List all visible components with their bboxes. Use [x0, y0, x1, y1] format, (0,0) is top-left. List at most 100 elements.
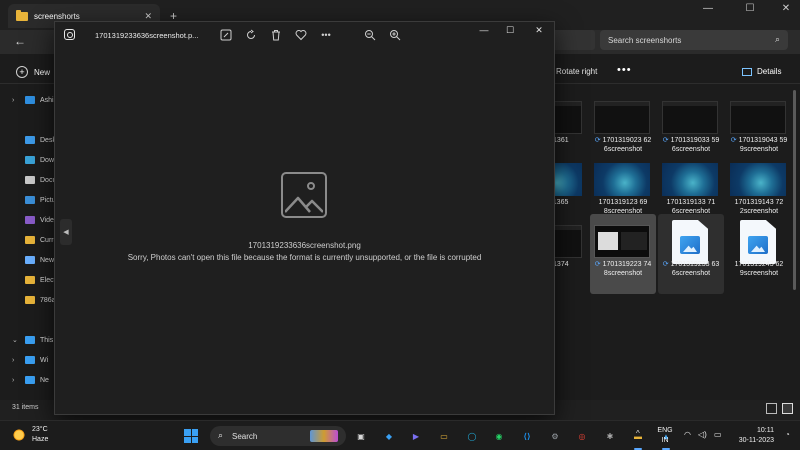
file-name: ⟳ 1701319233 63 6screenshot	[658, 260, 724, 278]
nav-item[interactable]: Pictu	[12, 196, 56, 204]
more-icon[interactable]: •••	[319, 28, 333, 42]
explorer-search-input[interactable]: Search screenshorts ⌕	[600, 30, 788, 50]
new-label: New	[34, 67, 51, 77]
task-view-icon[interactable]: ▣	[352, 427, 370, 445]
details-view-icon[interactable]	[766, 403, 777, 414]
file-name-text: 1701319133 71 6screenshot	[666, 199, 716, 215]
file-name-text: 1701319023 62 6screenshot	[602, 137, 652, 153]
photos-titlebar: 1701319233636screenshot.p... ••• — ☐ ✕	[55, 22, 554, 50]
nav-item-label: New	[40, 256, 55, 264]
chrome-icon[interactable]: ◎	[573, 427, 591, 445]
file-tile[interactable]: 1701319243 62 9screenshot	[726, 214, 792, 294]
sync-icon: ⟳	[594, 261, 603, 268]
item-count: 31 items	[12, 404, 39, 411]
photos-viewer-window: 1701319233636screenshot.p... ••• — ☐ ✕ ◀…	[54, 21, 555, 415]
file-name-text: 1701319043 59 9screenshot	[738, 137, 788, 153]
whatsapp-icon[interactable]: ◉	[490, 427, 508, 445]
tab-close-icon[interactable]: ✕	[144, 11, 152, 22]
file-name-text: 1701319243 62 9screenshot	[734, 261, 784, 277]
photos-title: 1701319233636screenshot.p...	[95, 31, 199, 40]
new-button[interactable]: + New	[16, 66, 50, 78]
broken-image-icon	[281, 172, 327, 218]
gear-icon[interactable]: ✱	[601, 427, 619, 445]
nav-item[interactable]: ⌄ This	[12, 336, 53, 344]
more-options-button[interactable]: •••	[617, 64, 632, 76]
nav-item[interactable]: Dow	[12, 156, 54, 164]
search-highlight-icon	[310, 430, 338, 442]
chevron-icon[interactable]: ›	[12, 377, 20, 384]
weather-widget[interactable]: 23°C Haze	[12, 425, 48, 445]
back-button[interactable]: ←	[14, 34, 26, 48]
details-pane-icon	[742, 67, 752, 76]
explorer-minimize-button[interactable]: —	[688, 3, 728, 14]
system-clock[interactable]: 10:11 30-11-2023	[728, 426, 774, 446]
nav-item[interactable]: New	[12, 256, 54, 264]
thumbnail	[594, 225, 650, 258]
favorite-icon[interactable]	[294, 28, 308, 42]
files-icon[interactable]: ▭	[435, 427, 453, 445]
nav-item[interactable]: Video	[12, 216, 58, 224]
file-name-text: 1701319143 72 2screenshot	[734, 199, 784, 215]
nav-item[interactable]: 786a	[12, 296, 56, 304]
nav-item[interactable]: › Ashis	[12, 96, 57, 104]
language-indicator[interactable]: ENG IN	[656, 426, 674, 446]
folder-icon	[25, 256, 35, 264]
plus-icon: +	[16, 66, 28, 78]
zoom-in-icon[interactable]	[388, 28, 402, 42]
folder-icon	[25, 156, 35, 164]
photos-maximize-button[interactable]: ☐	[496, 25, 524, 36]
nav-item-label: Ne	[40, 376, 49, 384]
file-name: 1701319243 62 9screenshot	[726, 260, 792, 278]
sync-icon: ⟳	[662, 261, 671, 268]
vertical-scrollbar[interactable]	[793, 90, 796, 290]
alexa-icon[interactable]: ◯	[463, 427, 481, 445]
explorer-close-button[interactable]: ✕	[766, 3, 800, 14]
explorer-maximize-button[interactable]: ☐	[730, 3, 770, 14]
weather-condition: Haze	[32, 436, 49, 443]
folder-icon	[25, 176, 35, 184]
delete-icon[interactable]	[269, 28, 283, 42]
photos-close-button[interactable]: ✕	[525, 25, 553, 36]
settings-icon[interactable]: ⚙	[546, 427, 564, 445]
nav-item[interactable]: Curre	[12, 236, 58, 244]
nav-item[interactable]: Docu	[12, 176, 56, 184]
chevron-icon[interactable]: ›	[12, 97, 20, 104]
image-file-icon	[740, 220, 776, 264]
clock-date: 30-11-2023	[738, 437, 774, 444]
rotate-right-button[interactable]: Rotate right	[556, 67, 597, 76]
details-button[interactable]: Details	[742, 67, 781, 76]
photos-minimize-button[interactable]: —	[470, 25, 498, 35]
volume-icon[interactable]: ◁)	[698, 430, 707, 439]
windows-start-icon[interactable]	[184, 429, 198, 443]
show-hidden-icons-chevron[interactable]: ^	[636, 429, 640, 438]
folder-icon	[25, 136, 35, 144]
nav-item[interactable]: Desk	[12, 136, 56, 144]
nav-item-label: This	[40, 336, 54, 344]
meet-icon[interactable]: ▶	[407, 427, 425, 445]
nav-item[interactable]: › Wi	[12, 356, 48, 364]
wifi-icon[interactable]: ◠	[684, 430, 691, 439]
rotate-icon[interactable]	[244, 28, 258, 42]
file-tile[interactable]: ⟳ 1701319223 74 8screenshot	[590, 214, 656, 294]
chevron-icon[interactable]: ⌄	[12, 336, 20, 344]
file-name-text: 1701319223 74 8screenshot	[602, 261, 652, 277]
nav-item-label: Wi	[40, 356, 49, 364]
copilot-icon[interactable]: ◆	[380, 427, 398, 445]
battery-icon[interactable]: ▭	[714, 430, 722, 439]
zoom-out-icon[interactable]	[363, 28, 377, 42]
chevron-icon[interactable]: ›	[12, 357, 20, 364]
thumbnail-view-icon[interactable]	[782, 403, 793, 414]
nav-item[interactable]: › Ne	[12, 376, 49, 384]
folder-icon	[25, 216, 35, 224]
edit-icon[interactable]	[219, 28, 233, 42]
file-name-text: 1701319233 63 6screenshot	[670, 261, 720, 277]
notification-bell-icon[interactable]: ◔	[785, 430, 790, 439]
vscode-icon[interactable]: ⟨⟩	[518, 427, 536, 445]
taskbar-search[interactable]: ⌕ Search	[210, 426, 346, 446]
file-name-text: 1701319033 59 6screenshot	[670, 137, 720, 153]
nav-item-label: Dow	[40, 156, 55, 164]
sun-icon	[12, 428, 26, 442]
folder-icon	[25, 196, 35, 204]
nav-item[interactable]: Elect	[12, 276, 56, 284]
file-tile[interactable]: ⟳ 1701319233 63 6screenshot	[658, 214, 724, 294]
